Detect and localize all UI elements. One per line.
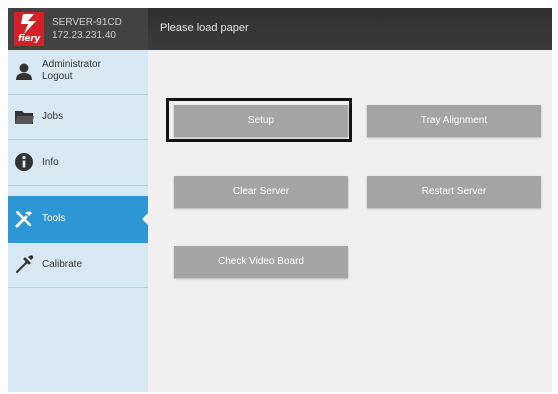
fiery-app-window: fiery SERVER-91CD 172.23.231.40 Please l… xyxy=(8,8,552,392)
fiery-logo-text: fiery xyxy=(18,34,40,44)
tools-panel: Setup Tray Alignment Clear Server Restar… xyxy=(148,50,552,392)
fiery-logo: fiery xyxy=(14,12,44,46)
tools-icon xyxy=(15,211,32,228)
folder-icon xyxy=(15,111,34,124)
sidebar-item-label: Calibrate xyxy=(42,259,83,270)
sidebar-item-label: Info xyxy=(42,157,59,168)
sidebar-item-info[interactable]: Info xyxy=(8,140,148,186)
clear-server-button[interactable]: Clear Server xyxy=(174,176,348,208)
sidebar-item-jobs[interactable]: Jobs xyxy=(8,95,148,140)
sidebar: Administrator Logout Jobs Info Tools Cal… xyxy=(8,50,148,392)
sidebar-item-label: Jobs xyxy=(42,111,64,122)
server-name: SERVER-91CD xyxy=(52,17,122,28)
tray-alignment-button[interactable]: Tray Alignment xyxy=(367,105,541,137)
sidebar-item-label: Administrator Logout xyxy=(42,59,101,82)
info-icon xyxy=(15,153,33,171)
check-video-board-button[interactable]: Check Video Board xyxy=(174,246,348,278)
calibrate-icon xyxy=(16,255,34,273)
server-brand-area: fiery SERVER-91CD 172.23.231.40 xyxy=(8,8,148,50)
setup-button[interactable]: Setup xyxy=(174,105,348,137)
server-ip: 172.23.231.40 xyxy=(52,30,116,41)
sidebar-item-tools[interactable]: Tools xyxy=(8,196,148,243)
sidebar-item-administrator[interactable]: Administrator Logout xyxy=(8,50,148,95)
sidebar-item-calibrate[interactable]: Calibrate xyxy=(8,243,148,288)
status-message: Please load paper xyxy=(160,22,249,34)
sidebar-item-label: Tools xyxy=(42,213,66,224)
restart-server-button[interactable]: Restart Server xyxy=(367,176,541,208)
status-bar: Please load paper xyxy=(148,8,552,50)
fiery-flame-icon xyxy=(21,14,36,34)
user-icon xyxy=(16,63,32,80)
